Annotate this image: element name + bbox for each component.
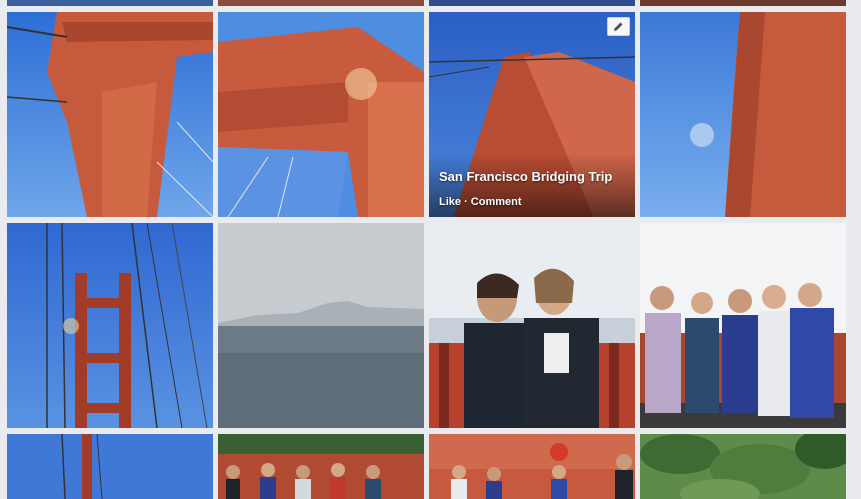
album-title[interactable]: San Francisco Bridging Trip xyxy=(439,169,612,184)
photo-tile-group-of-girls[interactable] xyxy=(640,223,846,428)
pencil-icon xyxy=(614,22,623,31)
photo-image xyxy=(218,223,424,428)
photo-tile-bridge-tower-partial[interactable] xyxy=(7,434,213,499)
photo-image xyxy=(218,12,424,217)
photo-tile-two-women-on-bridge[interactable] xyxy=(429,223,635,428)
photo-image xyxy=(7,223,213,428)
photo-tile-bridge-tower-crossbeam[interactable] xyxy=(218,12,424,217)
edit-photo-button[interactable] xyxy=(607,17,630,36)
like-link[interactable]: Like xyxy=(439,196,461,208)
photo-tile-bridge-tower-side[interactable] xyxy=(640,12,846,217)
photo-image xyxy=(640,12,846,217)
photo-tile[interactable] xyxy=(640,0,846,6)
photo-tile[interactable] xyxy=(218,0,424,6)
photo-tile[interactable] xyxy=(429,0,635,6)
comment-link[interactable]: Comment xyxy=(471,196,522,208)
photo-image xyxy=(7,12,213,217)
photo-tile-bridge-tower-looking-up[interactable]: San Francisco Bridging Trip Like · Comme… xyxy=(429,12,635,217)
action-separator: · xyxy=(461,196,471,208)
photo-tile-bay-skyline-fog[interactable] xyxy=(218,223,424,428)
photo-tile-bridge-tower-top-left[interactable] xyxy=(7,12,213,217)
photo-tile-green-hillside[interactable] xyxy=(640,434,846,499)
photo-image xyxy=(218,434,424,499)
photo-image xyxy=(640,223,846,428)
photo-tile-group-at-railing[interactable] xyxy=(218,434,424,499)
photo-image xyxy=(640,434,846,499)
photo-image xyxy=(429,434,635,499)
photo-actions: Like · Comment xyxy=(439,196,522,208)
photo-tile-bridge-tower-cables[interactable] xyxy=(7,223,213,428)
photo-image xyxy=(7,434,213,499)
photo-tile[interactable] xyxy=(7,0,213,6)
photo-image xyxy=(429,223,635,428)
photo-tile-group-with-crab-hat[interactable] xyxy=(429,434,635,499)
